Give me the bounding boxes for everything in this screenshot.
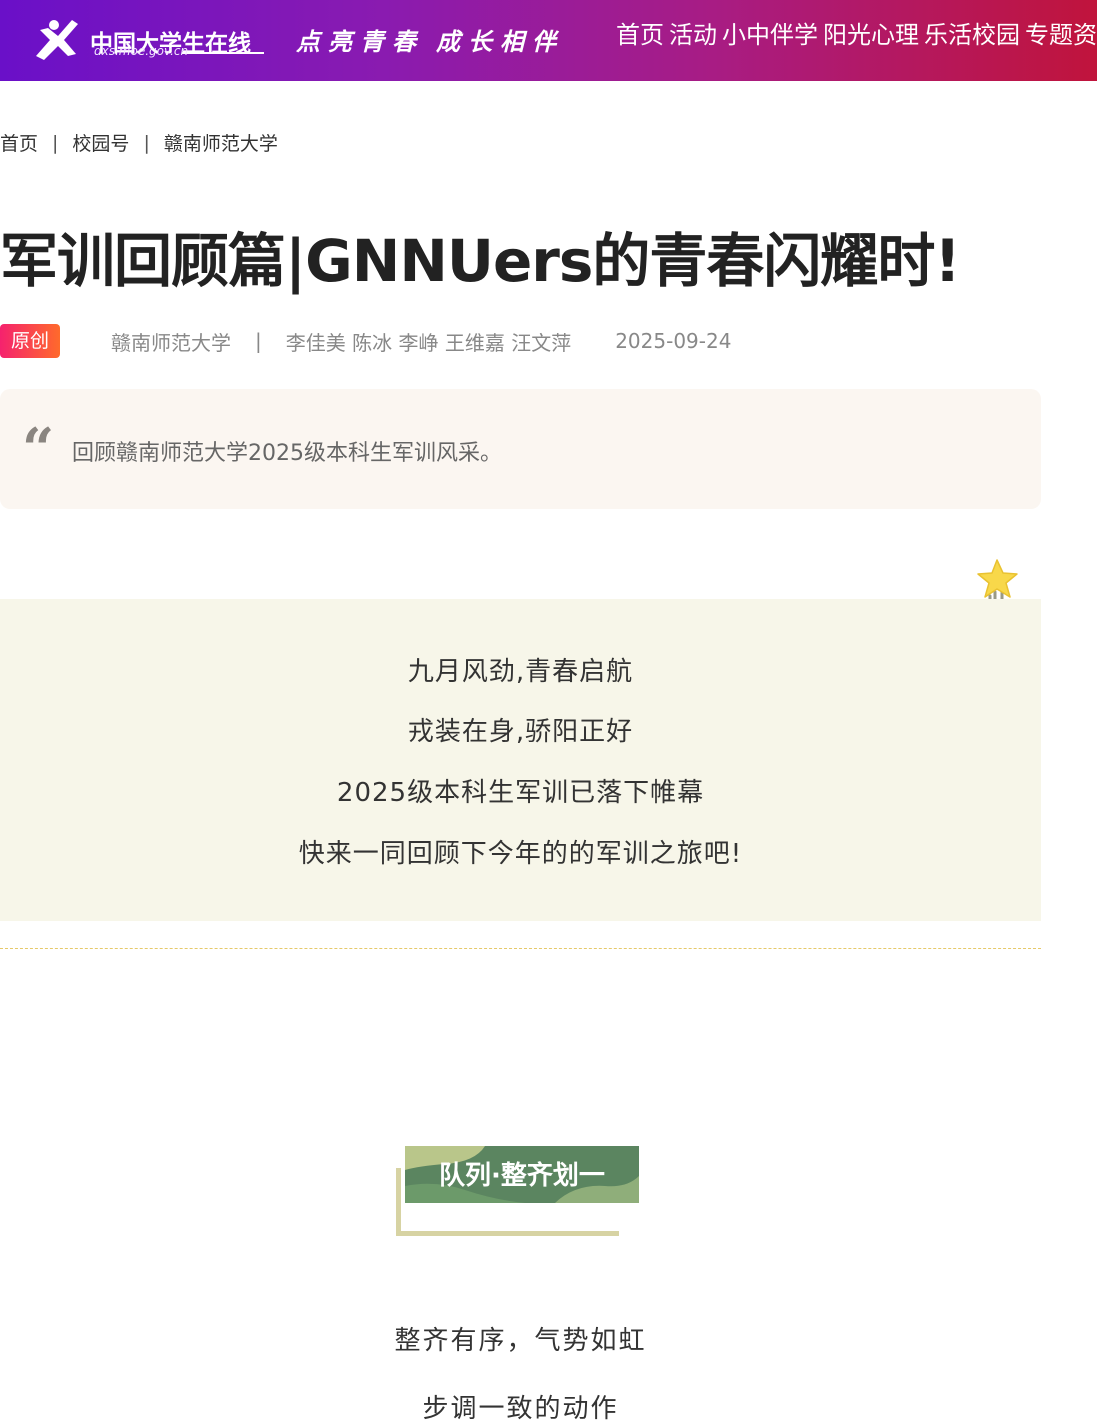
- breadcrumb-separator: |: [52, 131, 59, 154]
- article-abstract: “ 回顾赣南师范大学2025级本科生军训风采。: [0, 389, 1041, 509]
- main-nav: 首页 活动 小中伴学 阳光心理 乐活校园 专题资: [616, 18, 1097, 52]
- meta-separator: |: [255, 329, 262, 353]
- nav-item-tutoring[interactable]: 小中伴学: [722, 18, 818, 52]
- logo-underline: [182, 52, 264, 54]
- logo-url: dxs.moe.gov.cn: [94, 44, 189, 58]
- section-bracket: [396, 1168, 401, 1236]
- nav-item-home[interactable]: 首页: [616, 18, 664, 52]
- slogan-2: 成长相伴: [436, 27, 564, 56]
- section-title: 队列·整齐划一: [439, 1161, 605, 1191]
- quote-icon: “: [22, 416, 55, 482]
- nav-item-campus-life[interactable]: 乐活校园: [924, 18, 1020, 52]
- breadcrumb: 首页 | 校园号 | 赣南师范大学: [0, 129, 278, 156]
- article-authors: 李佳美 陈冰 李峥 王维嘉 汪文萍: [285, 330, 572, 355]
- section-header: 队列·整齐划一: [396, 1146, 641, 1238]
- intro-box: 九月风劲,青春启航 戎装在身,骄阳正好 2025级本科生军训已落下帷幕 快来一同…: [0, 599, 1041, 921]
- article-title: 军训回顾篇|GNNUers的青春闪耀时!: [0, 227, 961, 295]
- nav-item-activities[interactable]: 活动: [669, 18, 717, 52]
- dashed-divider: [0, 948, 1041, 949]
- breadcrumb-separator: |: [143, 131, 150, 154]
- nav-item-psychology[interactable]: 阳光心理: [823, 18, 919, 52]
- breadcrumb-campus[interactable]: 校园号: [72, 129, 129, 156]
- section-bracket: [396, 1231, 619, 1236]
- article-date: 2025-09-24: [615, 329, 732, 353]
- site-logo[interactable]: 中国大学生在线 dxs.moe.gov.cn: [32, 12, 272, 62]
- intro-line: 九月风劲,青春启航: [407, 657, 634, 687]
- slogan-1: 点亮青春: [296, 27, 424, 56]
- section-card: 队列·整齐划一: [405, 1146, 639, 1203]
- original-badge: 原创: [0, 324, 61, 358]
- article-source[interactable]: 赣南师范大学: [111, 327, 231, 356]
- abstract-text: 回顾赣南师范大学2025级本科生军训风采。: [72, 441, 502, 466]
- nav-item-topics[interactable]: 专题资: [1025, 18, 1097, 52]
- body-line: 步调一致的动作: [422, 1394, 619, 1424]
- article-meta: 原创 赣南师范大学 | 李佳美 陈冰 李峥 王维嘉 汪文萍 2025-09-24: [0, 323, 731, 359]
- breadcrumb-home[interactable]: 首页: [0, 129, 38, 156]
- body-line: 整齐有序，气势如虹: [394, 1326, 647, 1356]
- breadcrumb-university[interactable]: 赣南师范大学: [164, 129, 278, 156]
- running-person-logo-icon: [36, 20, 78, 60]
- intro-line: 2025级本科生军训已落下帷幕: [336, 778, 705, 808]
- intro-line: 戎装在身,骄阳正好: [407, 717, 634, 747]
- intro-line: 快来一同回顾下今年的的军训之旅吧!: [298, 839, 743, 869]
- site-header: 中国大学生在线 dxs.moe.gov.cn 点亮青春 成长相伴 首页 活动 小…: [0, 0, 1097, 81]
